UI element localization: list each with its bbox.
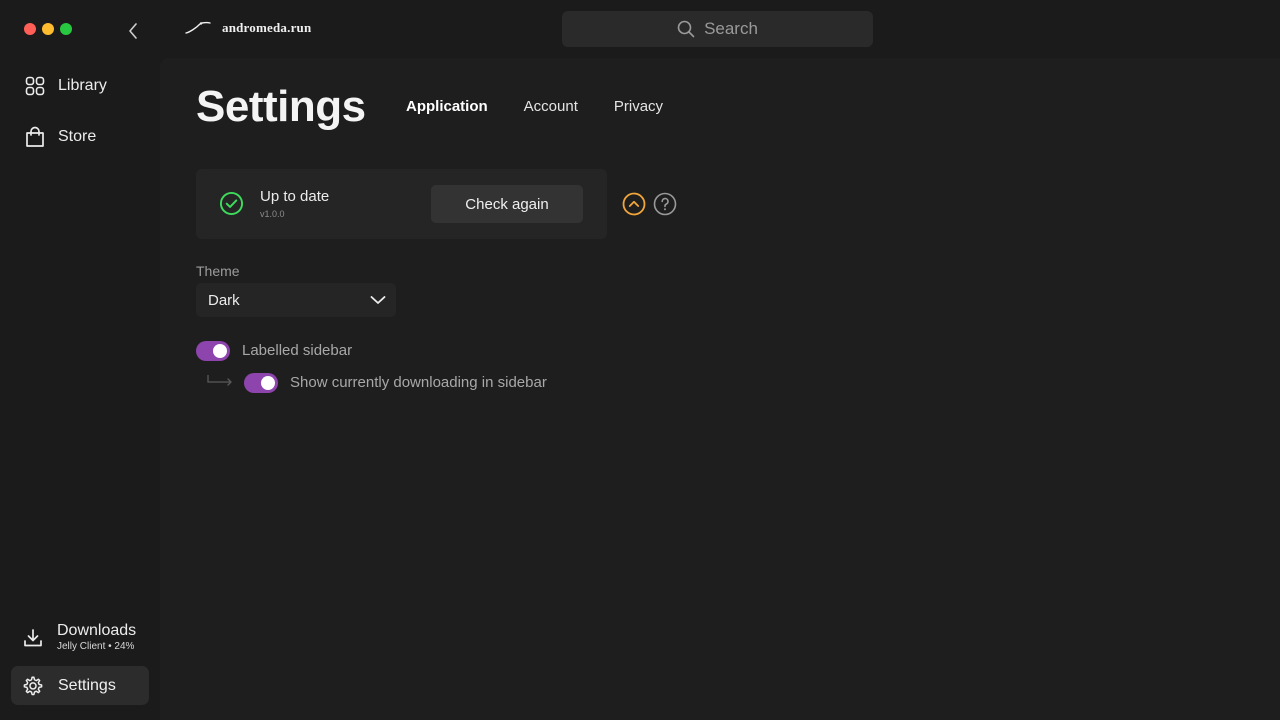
sidebar-item-label: Settings — [58, 676, 116, 694]
sidebar: Library Store Downloads Jelly Client • 2… — [0, 58, 160, 720]
labelled-sidebar-label: Labelled sidebar — [242, 342, 353, 359]
page-title: Settings — [196, 82, 366, 131]
gear-icon — [23, 676, 43, 695]
downloads-detail: Jelly Client • 24% — [57, 641, 135, 652]
theme-label: Theme — [196, 263, 240, 279]
theme-select-value: Dark — [208, 291, 240, 309]
app-window: andromeda.run Search Library Store Downl… — [0, 0, 1280, 720]
download-icon — [24, 629, 42, 647]
show-downloading-toggle[interactable] — [244, 373, 278, 393]
sidebar-item-library[interactable]: Library — [12, 68, 148, 104]
update-status-card: Up to date v1.0.0 Check again — [196, 169, 607, 239]
close-window-button[interactable] — [24, 23, 36, 35]
chevron-left-icon — [129, 23, 137, 39]
downloads-label: Downloads — [57, 622, 137, 639]
chevron-up-circle-icon — [622, 192, 646, 216]
update-version-text: v1.0.0 — [260, 209, 285, 219]
update-status-text: Up to date — [260, 188, 330, 205]
shopping-bag-icon — [24, 126, 46, 148]
brand: andromeda.run — [184, 20, 311, 36]
labelled-sidebar-toggle[interactable] — [196, 341, 230, 361]
grid-icon — [24, 75, 46, 97]
sidebar-item-store[interactable]: Store — [12, 119, 148, 155]
window-controls — [24, 23, 72, 35]
question-circle-icon — [653, 192, 677, 216]
sidebar-item-downloads[interactable]: Downloads Jelly Client • 24% — [12, 618, 148, 658]
show-downloading-label: Show currently downloading in sidebar — [290, 374, 547, 391]
sidebar-item-settings[interactable]: Settings — [11, 666, 149, 705]
sub-option-arrow-icon — [207, 375, 232, 386]
tab-account[interactable]: Account — [524, 98, 578, 115]
zoom-window-button[interactable] — [60, 23, 72, 35]
andromeda-logo-icon — [185, 21, 211, 34]
main-panel: Settings Application Account Privacy Up … — [160, 58, 1280, 720]
toggle-knob — [261, 376, 275, 390]
search-placeholder: Search — [704, 19, 758, 38]
tab-privacy[interactable]: Privacy — [614, 98, 663, 115]
sidebar-item-label: Store — [58, 128, 97, 145]
check-circle-icon — [219, 191, 244, 216]
help-button[interactable] — [653, 192, 677, 216]
toggle-knob — [213, 344, 227, 358]
tab-application[interactable]: Application — [406, 98, 488, 115]
downloads-texts: Downloads Jelly Client • 24% — [57, 622, 136, 654]
search-icon — [677, 20, 695, 38]
collapse-button[interactable] — [622, 192, 646, 216]
settings-tabs: Application Account Privacy — [406, 98, 663, 115]
search-bar[interactable]: Search — [562, 11, 873, 47]
chevron-down-icon — [370, 296, 386, 304]
theme-select[interactable]: Dark — [196, 283, 396, 317]
minimize-window-button[interactable] — [42, 23, 54, 35]
check-again-button[interactable]: Check again — [431, 185, 583, 223]
sidebar-item-label: Library — [58, 77, 107, 94]
back-button[interactable] — [124, 21, 142, 41]
brand-name: andromeda.run — [222, 20, 312, 35]
